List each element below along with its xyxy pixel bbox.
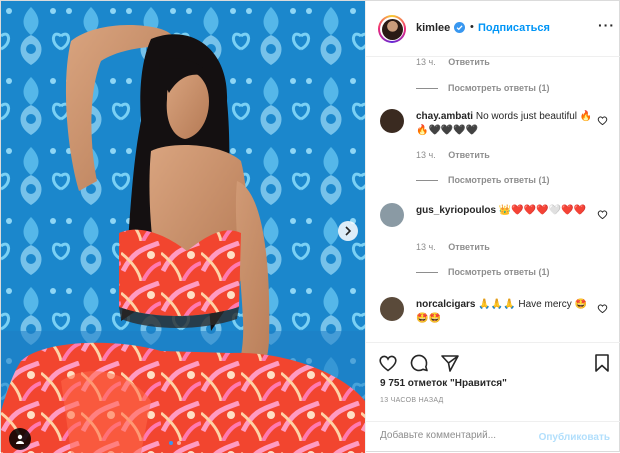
commenter-avatar[interactable] [380,297,404,321]
comment-emoji: 👑❤️❤️❤️🤍❤️❤️ [498,205,586,216]
comment-time: 13 ч. [416,57,436,67]
bookmark-icon[interactable] [592,353,612,373]
chevron-right-icon [345,226,352,236]
speech-bubble-icon[interactable] [409,353,429,373]
view-replies-button[interactable]: Посмотреть ответы (1) [416,175,549,185]
comment-meta: 13 ч. Ответить [416,242,490,252]
comment-time: 13 ч. [416,242,436,252]
view-replies-label: Посмотреть ответы (1) [448,267,550,277]
post-timestamp[interactable]: 13 ЧАСОВ НАЗАД [380,397,444,404]
comment-body: gus_kyriopoulos 👑❤️❤️❤️🤍❤️❤️ [416,204,596,218]
carousel-indicator [169,441,181,445]
comment-text: No words just beautiful [475,111,578,122]
comment-input[interactable] [380,430,530,441]
commenter-avatar[interactable] [380,203,404,227]
reply-button[interactable]: Ответить [448,57,490,67]
comment-time: 13 ч. [416,150,436,160]
paper-plane-icon[interactable] [440,353,460,373]
author-username[interactable]: kimlee [416,22,450,34]
photo-illustration [1,1,365,453]
author-avatar[interactable] [378,15,406,43]
heart-icon[interactable] [378,353,398,373]
carousel-dot [177,441,181,445]
more-options-icon[interactable]: ··· [598,17,615,33]
post-actions-bar [366,342,620,378]
commenter-username[interactable]: chay.ambati [416,111,473,122]
comment-body: norcalcigars 🙏🙏🙏 Have mercy 🤩🤩🤩 [416,298,596,326]
comment-like-icon[interactable] [597,209,608,220]
view-replies-button[interactable]: Посмотреть ответы (1) [416,267,549,277]
view-replies-label: Посмотреть ответы (1) [448,175,550,185]
post-dialog: kimlee • Подписаться ··· 13 ч. Ответить … [0,0,620,453]
view-replies-label: Посмотреть ответы (1) [448,83,550,93]
comments-list[interactable]: 13 ч. Ответить Посмотреть ответы (1) cha… [366,57,620,342]
header-separator: • [470,21,474,33]
comment-body: chay.ambati No words just beautiful 🔥🔥🖤🖤… [416,110,596,138]
comment-text: 🙏🙏🙏 Have mercy [478,299,572,310]
commenter-avatar[interactable] [380,109,404,133]
user-tag-icon [16,434,24,444]
commenter-username[interactable]: norcalcigars [416,299,475,310]
commenter-username[interactable]: gus_kyriopoulos [416,205,496,216]
comment-like-icon[interactable] [597,303,608,314]
post-photo[interactable] [1,1,365,453]
follow-button[interactable]: Подписаться [478,22,550,34]
publish-button[interactable]: Опубликовать [539,432,610,443]
comment-meta: 13 ч. Ответить [416,150,490,160]
comment-meta: 13 ч. Ответить [416,57,490,67]
carousel-dot-active [169,441,173,445]
verified-badge-icon [454,22,465,33]
post-side-panel: kimlee • Подписаться ··· 13 ч. Ответить … [365,1,620,453]
tagged-users-button[interactable] [9,428,31,450]
reply-button[interactable]: Ответить [448,150,490,160]
comment-like-icon[interactable] [597,115,608,126]
carousel-next-button[interactable] [338,221,358,241]
avatar-image [381,18,403,40]
post-header: kimlee • Подписаться ··· [366,1,620,57]
view-replies-button[interactable]: Посмотреть ответы (1) [416,83,549,93]
likes-count[interactable]: 9 751 отметок "Нравится" [380,378,507,389]
reply-button[interactable]: Ответить [448,242,490,252]
add-comment-bar: Опубликовать [366,421,620,453]
